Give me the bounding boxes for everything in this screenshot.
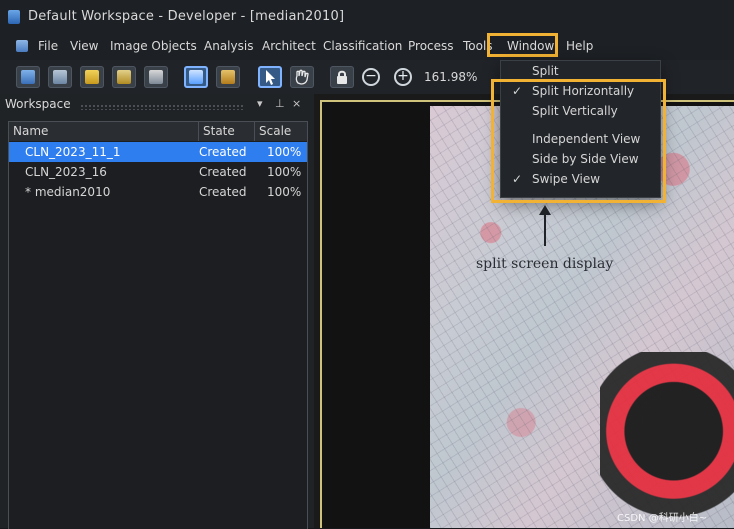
- plus-icon: +: [397, 68, 409, 84]
- export-icon: [149, 70, 163, 84]
- hand-icon: [295, 69, 309, 85]
- pointer-tool-button[interactable]: [258, 66, 282, 88]
- row-scale: 100%: [267, 145, 302, 159]
- column-header-name[interactable]: Name: [9, 122, 199, 141]
- menu-help[interactable]: Help: [566, 39, 593, 53]
- window-menu-highlight-box: [487, 33, 558, 57]
- add-data-button[interactable]: [48, 66, 72, 88]
- view-icon: [189, 70, 203, 84]
- row-name: CLN_2023_16: [25, 165, 107, 179]
- layers-icon: [53, 70, 67, 84]
- menu-classification[interactable]: Classification: [323, 39, 402, 53]
- panel-menu-icon[interactable]: ▾: [257, 97, 263, 110]
- menu-item-label: Split: [532, 64, 559, 78]
- view-mode-button[interactable]: [184, 66, 208, 88]
- menu-process[interactable]: Process: [408, 39, 454, 53]
- zoom-level[interactable]: 161.98%: [424, 70, 477, 84]
- zoom-out-button[interactable]: −: [362, 68, 380, 86]
- menu-app-icon: [16, 40, 28, 52]
- row-state: Created: [199, 165, 247, 179]
- row-name: CLN_2023_11_1: [25, 145, 121, 159]
- watermark: CSDN @科研小白~: [617, 513, 708, 524]
- window-title: Default Workspace - Developer - [median2…: [28, 9, 345, 24]
- workspace-panel: Workspace ▾ ⊥ × Name State Scale CLN_202…: [0, 94, 314, 529]
- split-options-highlight-box: [491, 79, 666, 203]
- workspace-title: Workspace: [5, 97, 71, 111]
- menu-analysis[interactable]: Analysis: [204, 39, 253, 53]
- table-row[interactable]: CLN_2023_11_1 Created 100%: [9, 142, 307, 162]
- minus-icon: −: [365, 68, 377, 84]
- title-bar: Default Workspace - Developer - [median2…: [0, 0, 734, 34]
- column-header-scale[interactable]: Scale: [255, 122, 307, 141]
- row-scale: 100%: [267, 165, 302, 179]
- pin-icon[interactable]: ⊥: [275, 97, 285, 110]
- lock-icon: [337, 70, 347, 84]
- open-project-button[interactable]: [16, 66, 40, 88]
- table-row[interactable]: CLN_2023_16 Created 100%: [9, 162, 307, 182]
- workspace-grip[interactable]: [80, 104, 245, 110]
- menu-bar: File View Image Objects Analysis Archite…: [0, 34, 734, 60]
- row-name: * median2010: [25, 185, 111, 199]
- row-scale: 100%: [267, 185, 302, 199]
- import-icon: [117, 70, 131, 84]
- export-button[interactable]: [144, 66, 168, 88]
- table-row[interactable]: * median2010 Created 100%: [9, 182, 307, 202]
- menu-view[interactable]: View: [70, 39, 98, 53]
- layout-button[interactable]: [216, 66, 240, 88]
- menu-image-objects[interactable]: Image Objects: [110, 39, 197, 53]
- lock-view-button[interactable]: [330, 66, 354, 88]
- app-icon: [8, 10, 20, 24]
- image-add-icon: [85, 70, 99, 84]
- annotation-arrow-shaft: [544, 211, 546, 246]
- image-feature: [600, 352, 734, 528]
- row-state: Created: [199, 185, 247, 199]
- close-icon[interactable]: ×: [292, 97, 301, 110]
- add-image-button[interactable]: [80, 66, 104, 88]
- menu-item-split[interactable]: Split: [501, 61, 660, 81]
- menu-architect[interactable]: Architect: [262, 39, 316, 53]
- layout-icon: [221, 70, 235, 84]
- project-icon: [21, 70, 35, 84]
- annotation-text: split screen display: [476, 256, 614, 272]
- pan-tool-button[interactable]: [290, 66, 314, 88]
- column-header-state[interactable]: State: [199, 122, 255, 141]
- cursor-arrow-icon: [266, 70, 275, 85]
- zoom-in-button[interactable]: +: [394, 68, 412, 86]
- menu-file[interactable]: File: [38, 39, 58, 53]
- import-button[interactable]: [112, 66, 136, 88]
- row-state: Created: [199, 145, 247, 159]
- workspace-table: Name State Scale CLN_2023_11_1 Created 1…: [8, 121, 308, 529]
